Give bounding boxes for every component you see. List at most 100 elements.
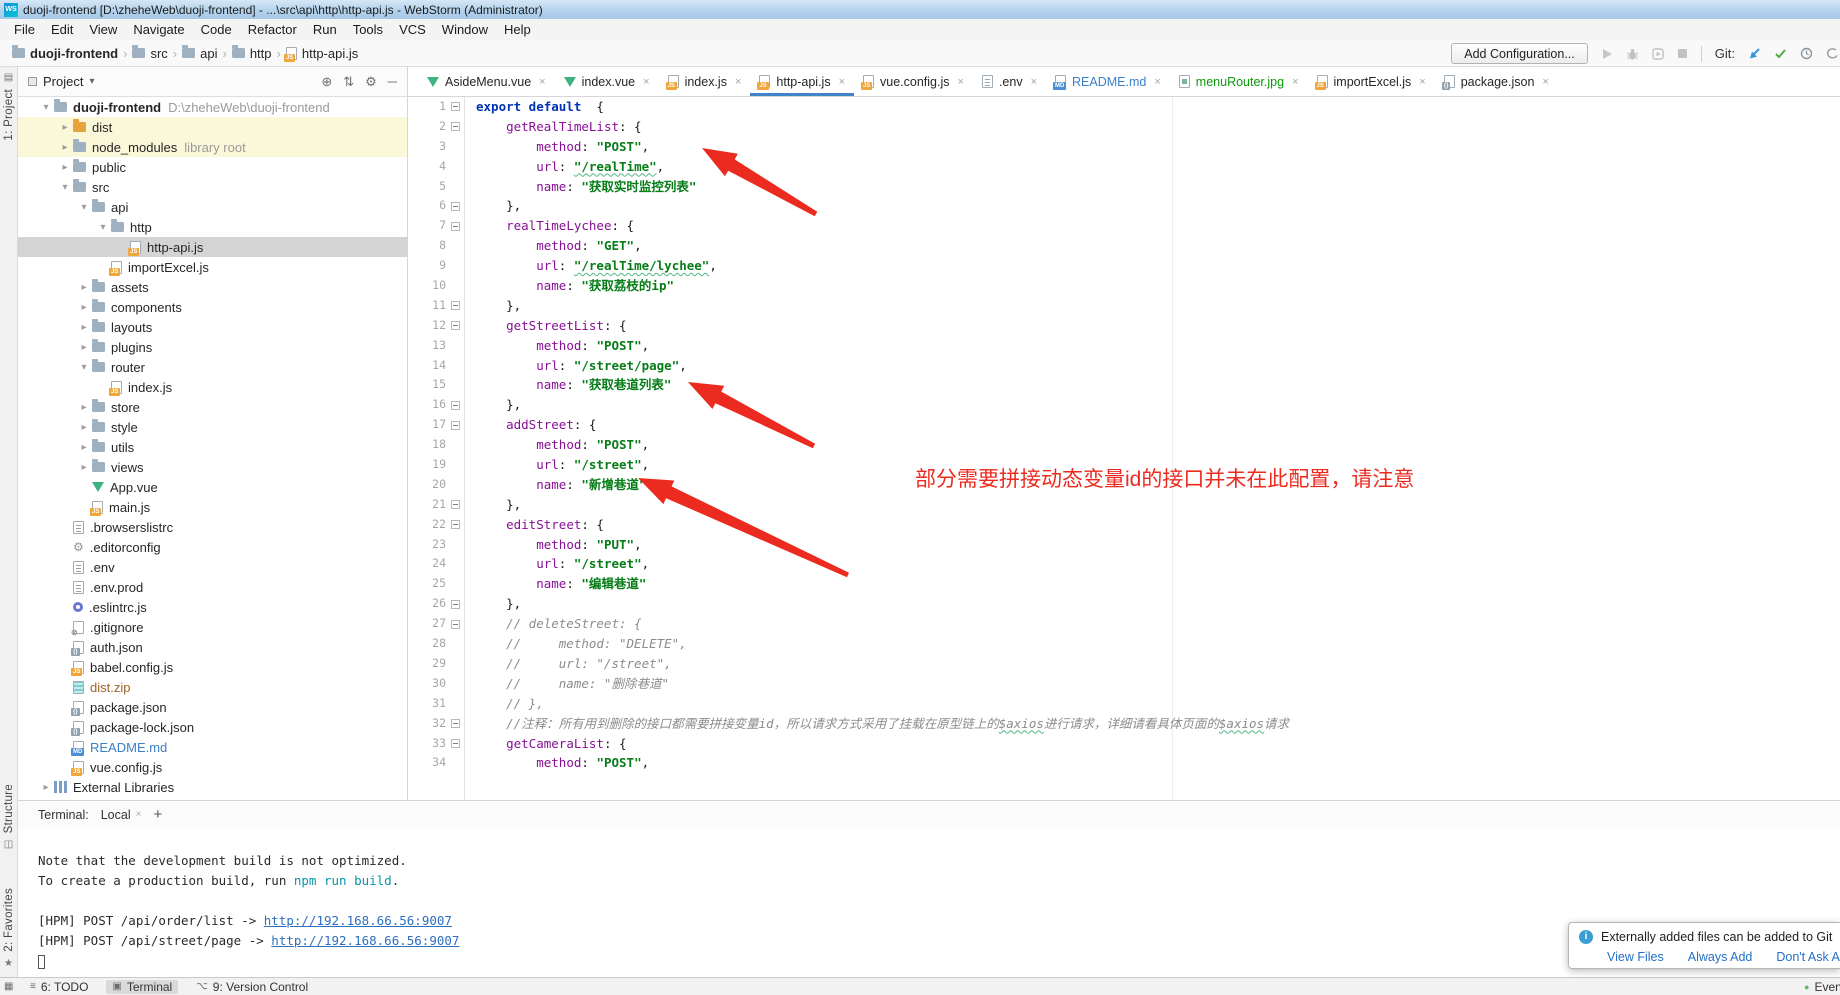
tree-item-.env[interactable]: .env: [18, 557, 407, 577]
fold-icon[interactable]: [451, 620, 460, 629]
chevron-down-icon[interactable]: ▾: [38, 102, 54, 113]
close-icon[interactable]: ×: [839, 76, 845, 88]
close-icon[interactable]: ×: [1292, 76, 1298, 88]
line-number[interactable]: 27: [408, 614, 446, 634]
fold-icon[interactable]: [451, 600, 460, 609]
bottom-bar-item-6-todo[interactable]: ≡6: TODO: [30, 980, 88, 994]
tree-item-vue.config.js[interactable]: vue.config.js: [18, 757, 407, 777]
chevron-right-icon[interactable]: ▸: [38, 782, 54, 793]
chevron-down-icon[interactable]: ▾: [76, 362, 92, 373]
tool-stripe-project[interactable]: 1: Project: [3, 89, 15, 141]
git-commit-check-icon[interactable]: [1774, 48, 1787, 59]
chevron-right-icon[interactable]: ▸: [76, 322, 92, 333]
line-number[interactable]: 32: [408, 714, 446, 734]
line-number[interactable]: 8: [408, 236, 446, 256]
close-icon[interactable]: ×: [1542, 76, 1548, 88]
tree-item-plugins[interactable]: ▸plugins: [18, 337, 407, 357]
tool-window-switcher-icon[interactable]: ▦: [4, 981, 13, 992]
code-line[interactable]: 1export default {: [408, 97, 1840, 117]
tab-AsideMenu.vue[interactable]: AsideMenu.vue×: [418, 67, 555, 96]
code-line[interactable]: 9 url: "/realTime/lychee",: [408, 256, 1840, 276]
code-line[interactable]: 6 },: [408, 196, 1840, 216]
tree-item-importExcel.js[interactable]: importExcel.js: [18, 257, 407, 277]
tree-item-store[interactable]: ▸store: [18, 397, 407, 417]
settings-gear-icon[interactable]: ⚙: [365, 74, 377, 90]
debug-bug-icon[interactable]: [1626, 48, 1639, 60]
code-line[interactable]: 28 // method: "DELETE",: [408, 634, 1840, 654]
code-line[interactable]: 27 // deleteStreet: {: [408, 614, 1840, 634]
line-number[interactable]: 14: [408, 356, 446, 376]
chevron-right-icon[interactable]: ▸: [76, 422, 92, 433]
fold-icon[interactable]: [451, 301, 460, 310]
chevron-down-icon[interactable]: ▾: [95, 222, 111, 233]
fold-icon[interactable]: [451, 321, 460, 330]
tree-item-App.vue[interactable]: App.vue: [18, 477, 407, 497]
add-configuration-button[interactable]: Add Configuration...: [1451, 43, 1588, 64]
notification-action-always-add[interactable]: Always Add: [1688, 950, 1753, 964]
fold-icon[interactable]: [451, 421, 460, 430]
tab-importExcel.js[interactable]: importExcel.js×: [1308, 67, 1435, 96]
close-icon[interactable]: ×: [136, 809, 142, 820]
line-number[interactable]: 30: [408, 674, 446, 694]
tree-item-main.js[interactable]: main.js: [18, 497, 407, 517]
notification-action-don-t-ask-again[interactable]: Don't Ask Again: [1776, 950, 1840, 964]
tab-http-api.js[interactable]: http-api.js×: [750, 67, 854, 96]
fold-icon[interactable]: [451, 222, 460, 231]
tool-stripe-structure[interactable]: Structure◫: [3, 784, 15, 850]
fold-icon[interactable]: [451, 102, 460, 111]
tree-item-style[interactable]: ▸style: [18, 417, 407, 437]
line-number[interactable]: 22: [408, 515, 446, 535]
code-line[interactable]: 14 url: "/street/page",: [408, 356, 1840, 376]
hide-panel-icon[interactable]: ─: [388, 74, 397, 90]
collapse-all-icon[interactable]: ⇅: [343, 74, 354, 90]
code-line[interactable]: 8 method: "GET",: [408, 236, 1840, 256]
code-line[interactable]: 34 method: "POST",: [408, 753, 1840, 773]
tree-item-README.md[interactable]: README.md: [18, 737, 407, 757]
chevron-right-icon[interactable]: ▸: [76, 342, 92, 353]
code-line[interactable]: 17 addStreet: {: [408, 415, 1840, 435]
tree-item-.browserslistrc[interactable]: .browserslistrc: [18, 517, 407, 537]
line-number[interactable]: 7: [408, 216, 446, 236]
tree-item-.env.prod[interactable]: .env.prod: [18, 577, 407, 597]
tab-index.vue[interactable]: index.vue×: [555, 67, 659, 96]
menu-item-file[interactable]: File: [6, 22, 43, 37]
tree-item-views[interactable]: ▸views: [18, 457, 407, 477]
code-line[interactable]: 2 getRealTimeList: {: [408, 117, 1840, 137]
code-line[interactable]: 26 },: [408, 594, 1840, 614]
menu-item-tools[interactable]: Tools: [345, 22, 391, 37]
fold-icon[interactable]: [451, 401, 460, 410]
fold-icon[interactable]: [451, 739, 460, 748]
terminal-link[interactable]: http://192.168.66.56:9007: [264, 913, 452, 928]
close-icon[interactable]: ×: [643, 76, 649, 88]
code-line[interactable]: 32 //注释：所有用到删除的接口都需要拼接变量id，所以请求方式采用了挂载在原…: [408, 714, 1840, 734]
line-number[interactable]: 4: [408, 157, 446, 177]
fold-icon[interactable]: [451, 719, 460, 728]
terminal-output[interactable]: Note that the development build is not o…: [18, 828, 1840, 971]
fold-icon[interactable]: [451, 500, 460, 509]
chevron-right-icon[interactable]: ▸: [76, 302, 92, 313]
chevron-right-icon[interactable]: ▸: [76, 402, 92, 413]
line-number[interactable]: 6: [408, 196, 446, 216]
line-number[interactable]: 29: [408, 654, 446, 674]
menu-item-view[interactable]: View: [81, 22, 125, 37]
tab-vue.config.js[interactable]: vue.config.js×: [854, 67, 973, 96]
line-number[interactable]: 34: [408, 753, 446, 773]
code-line[interactable]: 15 name: "获取巷道列表": [408, 375, 1840, 395]
code-line[interactable]: 20 name: "新增巷道": [408, 475, 1840, 495]
line-number[interactable]: 20: [408, 475, 446, 495]
line-number[interactable]: 10: [408, 276, 446, 296]
tree-item-dist.zip[interactable]: dist.zip: [18, 677, 407, 697]
chevron-down-icon[interactable]: ▾: [57, 182, 73, 193]
tree-item-.editorconfig[interactable]: ⚙.editorconfig: [18, 537, 407, 557]
tree-item-public[interactable]: ▸public: [18, 157, 407, 177]
line-number[interactable]: 23: [408, 535, 446, 555]
tool-stripe-favorites[interactable]: 2: Favorites★: [3, 888, 15, 969]
tab-index.js[interactable]: index.js×: [659, 67, 751, 96]
chevron-right-icon[interactable]: ▸: [57, 162, 73, 173]
tree-item-http[interactable]: ▾http: [18, 217, 407, 237]
close-icon[interactable]: ×: [1031, 76, 1037, 88]
event-log-button[interactable]: ●Event Log: [1804, 980, 1840, 994]
code-line[interactable]: 23 method: "PUT",: [408, 535, 1840, 555]
code-line[interactable]: 3 method: "POST",: [408, 137, 1840, 157]
code-line[interactable]: 33 getCameraList: {: [408, 734, 1840, 754]
